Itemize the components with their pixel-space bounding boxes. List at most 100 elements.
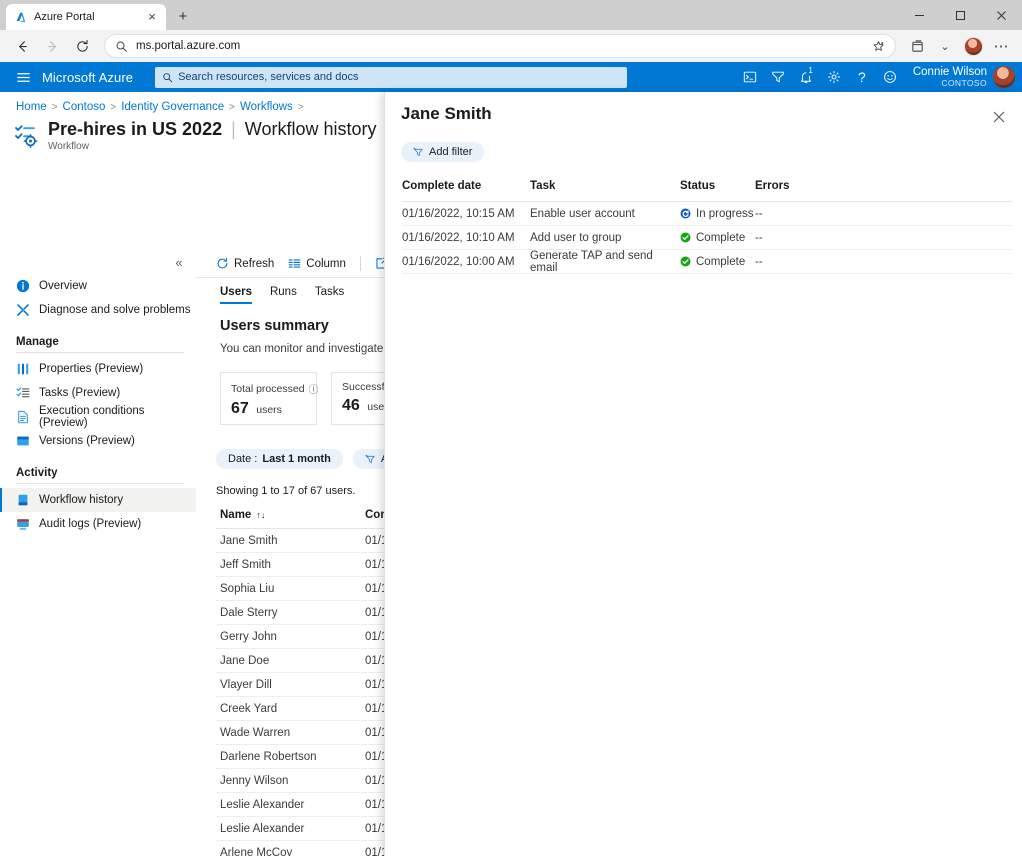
address-bar[interactable]: ms.portal.azure.com [104, 34, 896, 58]
sidebar-item-workflow-history[interactable]: Workflow history [0, 488, 196, 512]
sidebar-item-label: Diagnose and solve problems [39, 304, 191, 316]
task-table-row[interactable]: 01/16/2022, 10:10 AM Add user to group Com… [402, 226, 1012, 250]
notifications-icon[interactable]: 1 [793, 64, 819, 90]
workflow-icon [15, 125, 38, 148]
breadcrumb-item-contoso[interactable]: Contoso [63, 101, 106, 113]
task-complete-date-cell: 01/16/2022, 10:10 AM [402, 231, 515, 244]
task-table-row[interactable]: 01/16/2022, 10:00 AM Generate TAP and sen… [402, 250, 1012, 274]
settings-gear-icon[interactable] [821, 64, 847, 90]
column-header-name[interactable]: Name ↑↓ [220, 509, 365, 521]
cloud-shell-icon[interactable] [737, 64, 763, 90]
sidebar-item-execution-conditions[interactable]: Execution conditions (Preview) [0, 405, 196, 429]
forward-icon[interactable] [38, 32, 66, 60]
new-tab-button[interactable]: + [170, 4, 196, 30]
window-close-button[interactable] [981, 0, 1022, 30]
tab-users[interactable]: Users [220, 286, 252, 304]
global-search-input[interactable]: Search resources, services and docs [155, 66, 628, 88]
tab-tasks[interactable]: Tasks [315, 286, 344, 304]
user-name-cell[interactable]: Leslie Alexander [220, 823, 365, 835]
reload-icon[interactable] [68, 32, 96, 60]
window-controls [899, 0, 1022, 30]
directories-filter-icon[interactable] [765, 64, 791, 90]
azure-header-actions: 1 ? Connie Wilson CONTOSO [737, 64, 1022, 90]
status-complete-icon [680, 232, 691, 243]
refresh-button[interactable]: Refresh [216, 257, 274, 270]
breadcrumb-item-identity-governance[interactable]: Identity Governance [121, 101, 224, 113]
feedback-smiley-icon[interactable] [877, 64, 903, 90]
user-name-cell[interactable]: Sophia Liu [220, 583, 365, 595]
status-in-progress-icon [680, 208, 691, 219]
sidebar-item-label: Overview [39, 280, 87, 292]
close-icon[interactable] [986, 104, 1012, 130]
user-name-cell[interactable]: Wade Warren [220, 727, 365, 739]
sidebar-group-manage: Manage [16, 336, 59, 348]
user-name-cell[interactable]: Vlayer Dill [220, 679, 365, 691]
user-name-cell[interactable]: Jane Smith [220, 535, 365, 547]
sidebar-item-overview[interactable]: Overview [0, 274, 196, 298]
sidebar-item-properties[interactable]: Properties (Preview) [0, 357, 196, 381]
task-table-row[interactable]: 01/16/2022, 10:15 AM Enable user account I… [402, 202, 1012, 226]
window-maximize-button[interactable] [940, 0, 981, 30]
breadcrumb-separator: > [51, 101, 58, 113]
filter-icon [413, 147, 423, 156]
tasks-icon [16, 387, 30, 398]
browser-tab-title: Azure Portal [34, 11, 95, 23]
browser-tab[interactable]: Azure Portal × [6, 4, 166, 30]
user-name-cell[interactable]: Gerry John [220, 631, 365, 643]
back-icon[interactable] [8, 32, 36, 60]
sidebar-item-label: Versions (Preview) [39, 435, 135, 447]
user-name-cell[interactable]: Dale Sterry [220, 607, 365, 619]
search-icon [163, 72, 173, 82]
favorite-star-icon[interactable] [872, 40, 885, 53]
column-header-task[interactable]: Task [530, 180, 680, 192]
avatar[interactable] [993, 65, 1015, 88]
tab-close-icon[interactable]: × [144, 9, 160, 25]
help-icon[interactable]: ? [849, 64, 875, 90]
sidebar-item-diagnose[interactable]: Diagnose and solve problems [0, 298, 196, 322]
info-icon [16, 279, 30, 293]
azure-global-header: Microsoft Azure Search resources, servic… [0, 62, 1022, 92]
sidebar-divider [16, 483, 184, 484]
document-icon [18, 410, 28, 424]
sort-icon[interactable]: ↑↓ [256, 510, 265, 520]
column-button[interactable]: Column [288, 257, 346, 270]
column-header-errors[interactable]: Errors [755, 180, 815, 192]
info-icon[interactable]: ⓘ [309, 381, 319, 396]
filter-chip-date[interactable]: Date : Last 1 month [216, 449, 343, 469]
user-name-cell[interactable]: Creek Yard [220, 703, 365, 715]
user-account-menu[interactable]: Connie Wilson CONTOSO [913, 66, 1015, 89]
user-name-cell[interactable]: Jane Doe [220, 655, 365, 667]
card-label: Total processed [231, 382, 305, 395]
collapse-menu-button[interactable]: « [170, 254, 188, 272]
task-errors-cell: -- [755, 231, 763, 244]
sidebar-item-versions[interactable]: Versions (Preview) [0, 429, 196, 453]
user-name-cell[interactable]: Arlene McCoy [220, 847, 365, 856]
collections-icon[interactable] [904, 33, 930, 59]
column-header-status[interactable]: Status [680, 180, 755, 192]
user-name-cell[interactable]: Jeff Smith [220, 559, 365, 571]
breadcrumb-item-home[interactable]: Home [16, 101, 47, 113]
window-minimize-button[interactable] [899, 0, 940, 30]
azure-brand[interactable]: Microsoft Azure [42, 70, 133, 85]
column-header-complete-date[interactable]: Complete date [402, 180, 530, 192]
browser-profile-avatar[interactable] [960, 33, 986, 59]
sidebar-item-audit-logs[interactable]: Audit logs (Preview) [0, 512, 196, 536]
task-errors-cell: -- [755, 255, 763, 268]
history-icon [18, 494, 28, 506]
search-icon [116, 41, 127, 52]
user-name-cell[interactable]: Leslie Alexander [220, 799, 365, 811]
sidebar-group-activity: Activity [16, 467, 58, 479]
page-title: Pre-hires in US 2022 [48, 119, 223, 139]
address-bar-url: ms.portal.azure.com [136, 40, 241, 52]
tab-runs[interactable]: Runs [270, 286, 297, 304]
chevron-down-icon[interactable]: ⌄ [932, 33, 958, 59]
task-status-cell: Complete [680, 232, 755, 244]
user-name-cell[interactable]: Jenny Wilson [220, 775, 365, 787]
sidebar-item-tasks[interactable]: Tasks (Preview) [0, 381, 196, 405]
browser-more-icon[interactable]: ⋯ [988, 33, 1014, 59]
hamburger-menu-icon[interactable] [10, 64, 36, 90]
breadcrumb-item-workflows[interactable]: Workflows [240, 101, 293, 113]
task-name-cell: Generate TAP and send email [530, 249, 653, 274]
user-name-cell[interactable]: Darlene Robertson [220, 751, 365, 763]
panel-add-filter-button[interactable]: Add filter [401, 142, 485, 162]
